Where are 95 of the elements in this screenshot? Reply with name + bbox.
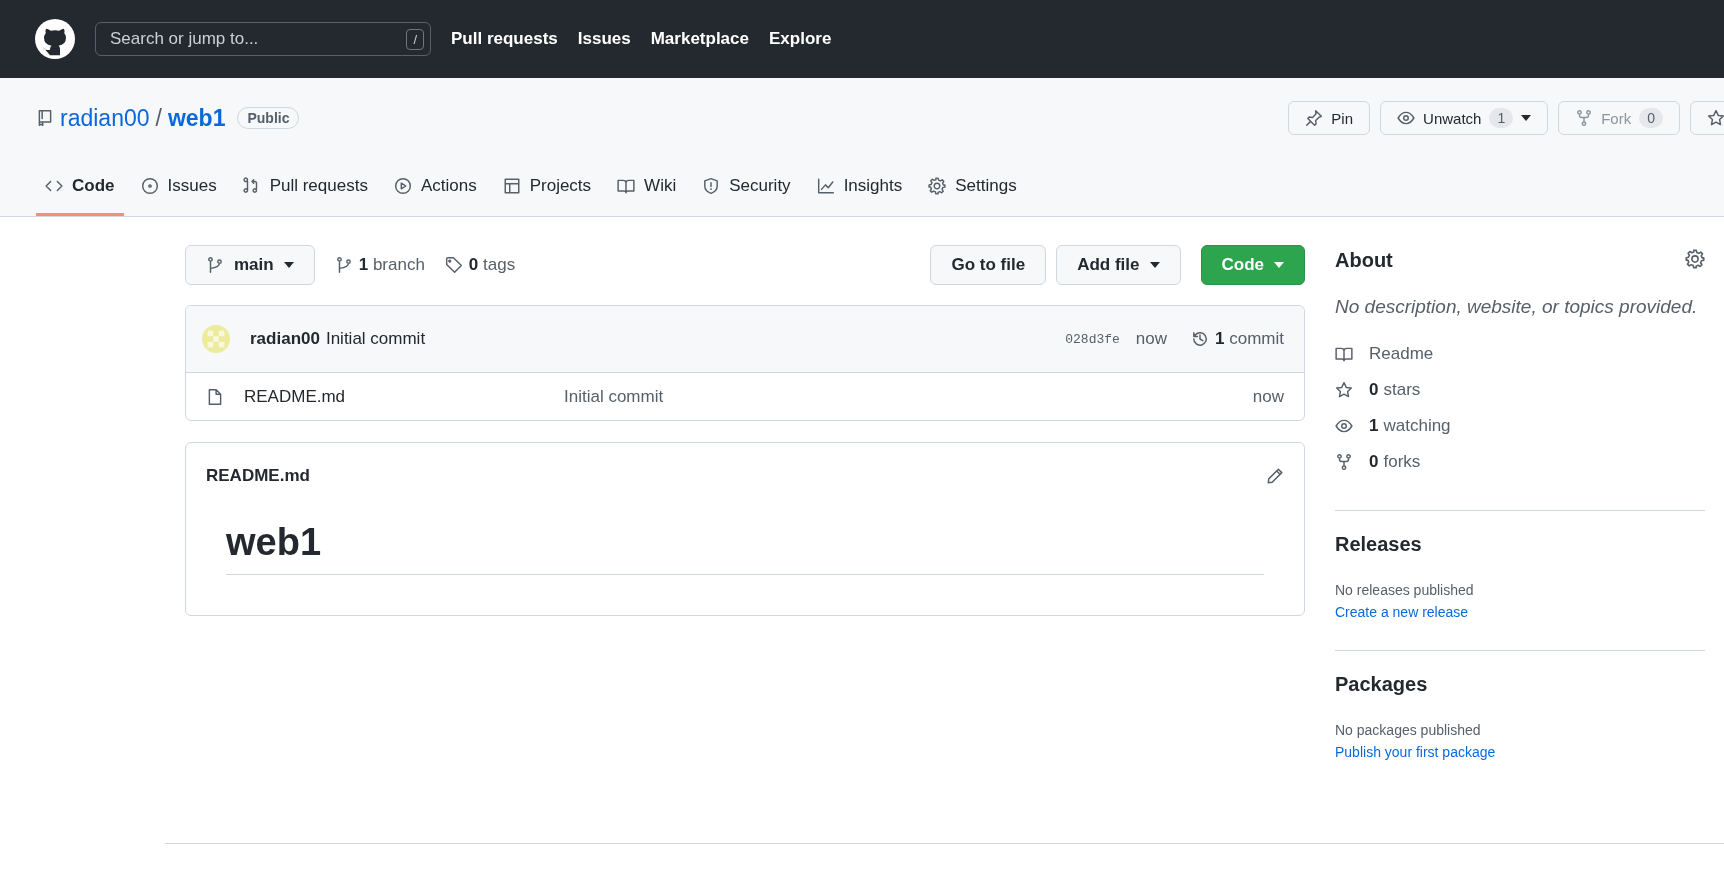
repo-tab[interactable]: Projects (493, 158, 601, 216)
section-note: No packages published (1335, 722, 1482, 738)
section-note: No releases published (1335, 582, 1475, 598)
path-separator: / (155, 104, 162, 132)
eye-icon (1397, 109, 1416, 127)
nav-link[interactable]: Explore (769, 29, 832, 49)
about-link-label: Readme (1369, 344, 1434, 364)
file-time: now (1252, 386, 1284, 407)
edit-pencil-icon[interactable] (1266, 467, 1284, 485)
action-label: Fork (1601, 109, 1632, 127)
repo-name-link[interactable]: web1 (167, 104, 226, 132)
section-title: Releases (1335, 533, 1423, 556)
fork-icon (1335, 453, 1353, 471)
nav-link[interactable]: Marketplace (650, 29, 749, 49)
about-link-label: 0 stars (1369, 380, 1421, 400)
nav-link[interactable]: Pull requests (451, 29, 558, 49)
book-icon (1335, 345, 1353, 363)
star-icon (1335, 381, 1353, 399)
avatar-icon (202, 325, 230, 353)
nav-link[interactable]: Issues (577, 29, 631, 49)
commits-link[interactable]: 1 commit (1191, 329, 1284, 349)
shield-icon (702, 176, 721, 195)
repo-tab[interactable]: Security (693, 158, 800, 216)
repo-tab[interactable]: Wiki (608, 158, 686, 216)
counter: 1 (1489, 108, 1514, 128)
shortcut-key: / (406, 29, 424, 50)
branch-select[interactable]: main (185, 245, 315, 285)
caret-icon (283, 262, 294, 268)
repo-tab[interactable]: Settings (919, 158, 1026, 216)
about-title: About (1335, 249, 1393, 272)
graph-icon (816, 176, 835, 195)
about-description: No description, website, or topics provided. (1335, 296, 1699, 318)
about-link[interactable]: 1 watching (1335, 408, 1705, 444)
about-link[interactable]: Readme (1335, 336, 1705, 372)
section-link[interactable]: Create a new release (1335, 604, 1705, 620)
go-to-file-button[interactable]: Go to file (930, 245, 1047, 285)
tag-count: 0 tags (468, 255, 516, 275)
commit-sha-link[interactable]: 028d3fe (1065, 331, 1120, 347)
issue-icon (140, 176, 159, 195)
about-link[interactable]: 0 forks (1335, 444, 1705, 480)
settings-icon[interactable] (1685, 248, 1705, 269)
tab-label: Projects (529, 175, 592, 196)
gear-icon (928, 176, 947, 195)
file-name-link[interactable]: README.md (244, 386, 564, 407)
branch-count: 1 branch (358, 255, 425, 275)
octocat-logo-icon[interactable] (35, 19, 75, 59)
commit-author-link[interactable]: radian00 (250, 329, 320, 349)
repo-tab[interactable]: Actions (384, 158, 486, 216)
tab-label: Issues (167, 175, 217, 196)
tags-link[interactable]: 0 tags (444, 255, 516, 275)
play-icon (393, 176, 412, 195)
repo-tab[interactable]: Insights (807, 158, 912, 216)
commit-time: now (1135, 329, 1168, 349)
counter: 0 (1639, 108, 1663, 128)
star-icon (1707, 109, 1724, 127)
tab-label: Code (72, 175, 115, 196)
commit-message-link[interactable]: Initial commit (325, 329, 426, 349)
caret-icon (1521, 115, 1532, 121)
pin-button[interactable]: Pin (1288, 101, 1371, 135)
tab-label: Security (729, 175, 791, 196)
branches-link[interactable]: 1 branch (334, 255, 425, 275)
action-label: Unwatch (1423, 109, 1482, 127)
file-commit-message[interactable]: Initial commit (564, 386, 1253, 407)
about-link-label: 0 forks (1369, 452, 1421, 472)
fork-icon (1575, 109, 1594, 127)
repo-icon (36, 109, 54, 127)
repo-tab[interactable]: Issues (131, 158, 226, 216)
repo-tab[interactable]: Code (36, 158, 124, 216)
tab-label: Pull requests (269, 175, 368, 196)
caret-icon (1274, 262, 1284, 268)
eye-icon (1335, 417, 1353, 435)
commit-count: 1 commit (1215, 329, 1284, 349)
action-label: Pin (1331, 109, 1354, 127)
tag-icon (444, 256, 463, 274)
repo-tab[interactable]: Pull requests (233, 158, 377, 216)
table-icon (502, 176, 521, 195)
readme-heading: web1 (226, 521, 1264, 575)
watch-button[interactable]: Unwatch 1 (1380, 101, 1549, 135)
tab-label: Settings (955, 175, 1017, 196)
tab-label: Actions (420, 175, 477, 196)
file-icon (206, 387, 224, 406)
branch-icon (334, 256, 353, 274)
tab-label: Insights (843, 175, 903, 196)
branch-icon (206, 256, 224, 274)
about-link-label: 1 watching (1369, 416, 1451, 436)
about-link[interactable]: 0 stars (1335, 372, 1705, 408)
tab-label: Wiki (644, 175, 677, 196)
section-title: Packages (1335, 673, 1429, 696)
caret-icon (1149, 262, 1160, 268)
pin-icon (1305, 109, 1324, 127)
history-icon (1191, 330, 1210, 348)
readme-title[interactable]: README.md (206, 466, 310, 486)
owner-link[interactable]: radian00 (60, 104, 150, 132)
section-link[interactable]: Publish your first package (1335, 744, 1705, 760)
add-file-button[interactable]: Add file (1056, 245, 1181, 285)
